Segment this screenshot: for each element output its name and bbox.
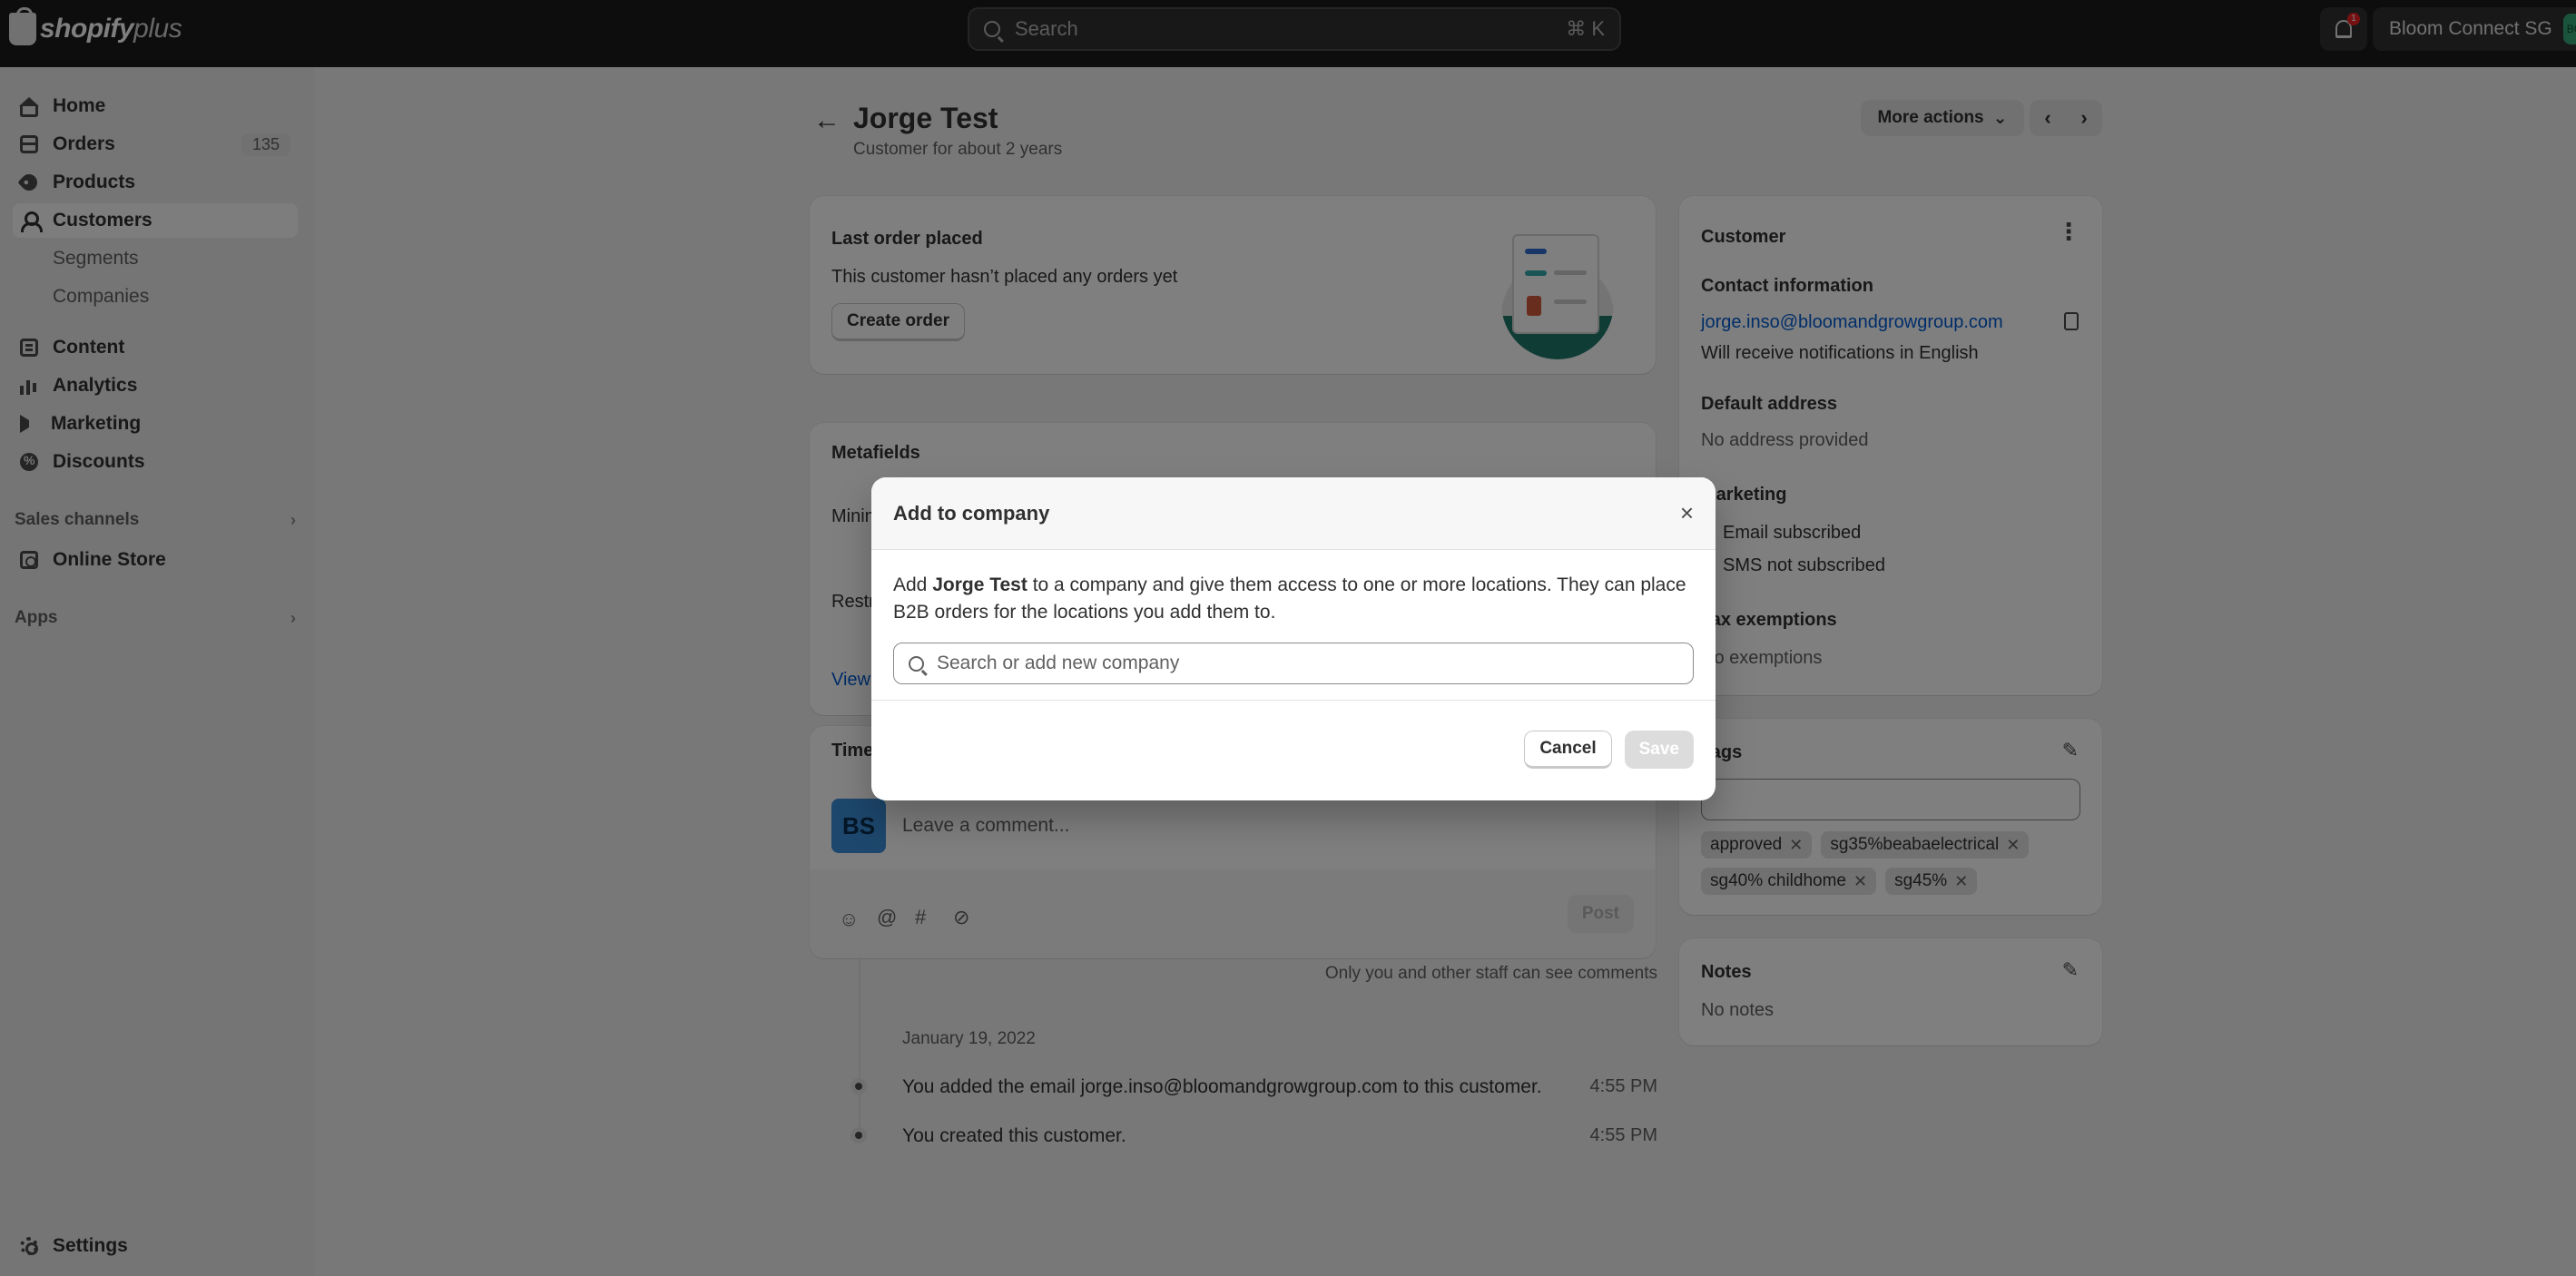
modal-description: Add Jorge Test to a company and give the… <box>893 574 1686 623</box>
close-icon[interactable]: × <box>1680 499 1694 527</box>
save-button[interactable]: Save <box>1624 731 1694 769</box>
company-search-field[interactable] <box>893 643 1694 684</box>
modal-body: Add Jorge Test to a company and give the… <box>871 550 1716 701</box>
company-search-input[interactable] <box>937 653 1678 674</box>
add-to-company-modal: Add to company × Add Jorge Test to a com… <box>871 477 1716 800</box>
modal-header: Add to company × <box>871 477 1716 550</box>
modal-footer: Cancel Save <box>871 701 1716 799</box>
modal-title: Add to company <box>893 501 1050 525</box>
cancel-button[interactable]: Cancel <box>1524 731 1612 769</box>
search-icon <box>909 655 924 672</box>
